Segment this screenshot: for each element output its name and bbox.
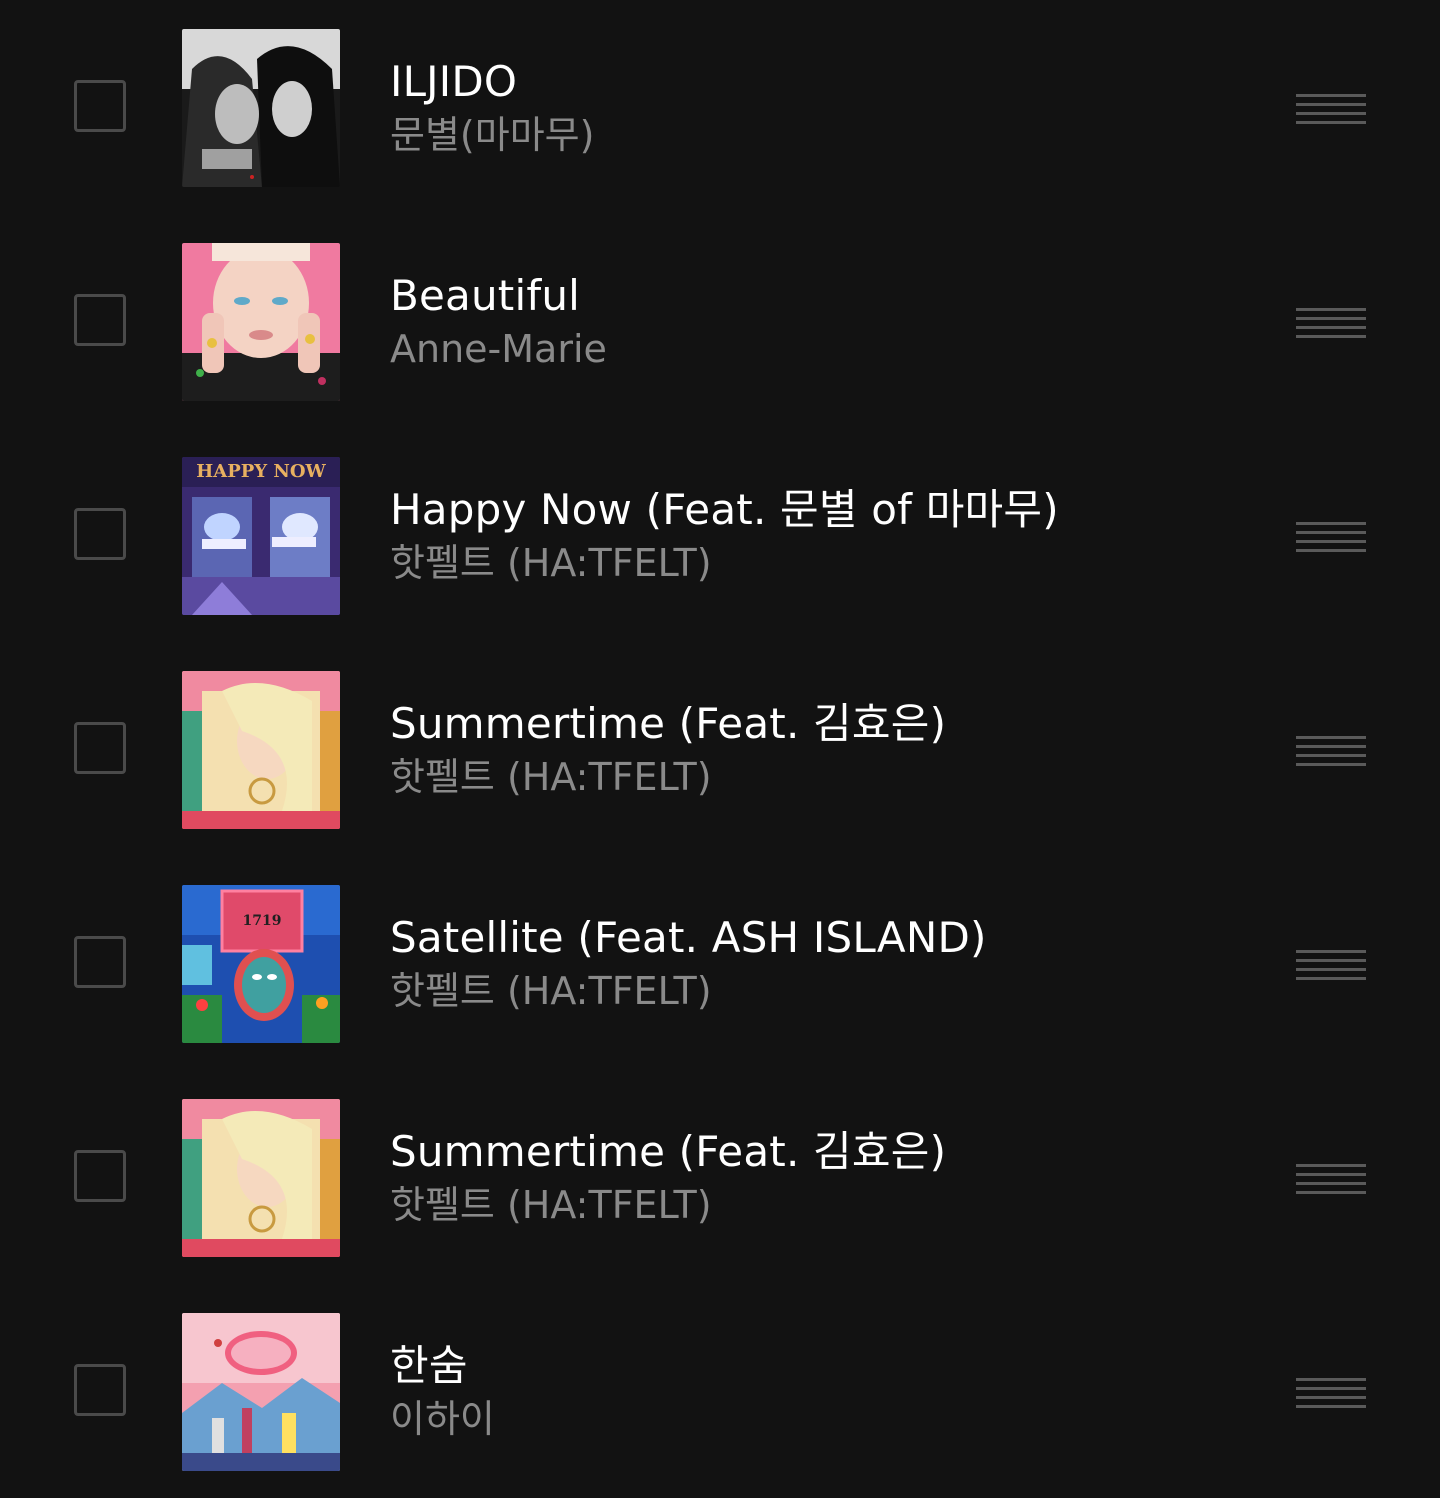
track-title[interactable]: Happy Now (Feat. 문별 of 마마무) xyxy=(390,482,1059,538)
track-artist[interactable]: 이하이 xyxy=(390,1394,495,1444)
track-title[interactable]: Satellite (Feat. ASH ISLAND) xyxy=(390,910,987,966)
album-cover-hansum xyxy=(182,1313,340,1471)
track-select-checkbox[interactable] xyxy=(74,294,126,346)
track-title[interactable]: Summertime (Feat. 김효은) xyxy=(390,696,946,752)
cover-text: 1719 xyxy=(243,913,282,929)
track-select-checkbox[interactable] xyxy=(74,722,126,774)
drag-handle-icon[interactable] xyxy=(1296,94,1366,124)
track-row[interactable]: 한숨 이하이 xyxy=(0,1284,1440,1498)
album-cover-summertime xyxy=(182,671,340,829)
track-select-checkbox[interactable] xyxy=(74,80,126,132)
cover-text: HAPPY NOW xyxy=(196,461,326,482)
drag-handle-icon[interactable] xyxy=(1296,950,1366,980)
track-row[interactable]: Summertime (Feat. 김효은) 핫펠트 (HA:TFELT) xyxy=(0,1070,1440,1284)
playlist: ILJIDO 문별(마마무) Beautiful Anne-Marie HAPP… xyxy=(0,0,1440,1496)
drag-handle-icon[interactable] xyxy=(1296,308,1366,338)
drag-handle-icon[interactable] xyxy=(1296,1164,1366,1194)
album-cover-beautiful xyxy=(182,243,340,401)
track-select-checkbox[interactable] xyxy=(74,936,126,988)
track-select-checkbox[interactable] xyxy=(74,1364,126,1416)
album-cover-happy-now: HAPPY NOW xyxy=(182,457,340,615)
drag-handle-icon[interactable] xyxy=(1296,522,1366,552)
track-title[interactable]: Beautiful xyxy=(390,268,580,324)
track-artist[interactable]: 핫펠트 (HA:TFELT) xyxy=(390,538,712,588)
track-title[interactable]: 한숨 xyxy=(390,1338,468,1394)
track-select-checkbox[interactable] xyxy=(74,508,126,560)
track-row[interactable]: ILJIDO 문별(마마무) xyxy=(0,0,1440,214)
track-artist[interactable]: Anne-Marie xyxy=(390,324,607,374)
track-row[interactable]: 1719 Satellite (Feat. ASH ISLAND) 핫펠트 (H… xyxy=(0,856,1440,1070)
track-artist[interactable]: 문별(마마무) xyxy=(390,110,594,160)
album-cover-satellite: 1719 xyxy=(182,885,340,1043)
track-select-checkbox[interactable] xyxy=(74,1150,126,1202)
track-row[interactable]: Summertime (Feat. 김효은) 핫펠트 (HA:TFELT) xyxy=(0,642,1440,856)
track-artist[interactable]: 핫펠트 (HA:TFELT) xyxy=(390,1180,712,1230)
track-artist[interactable]: 핫펠트 (HA:TFELT) xyxy=(390,966,712,1016)
track-title[interactable]: ILJIDO xyxy=(390,54,517,110)
drag-handle-icon[interactable] xyxy=(1296,1378,1366,1408)
track-title[interactable]: Summertime (Feat. 김효은) xyxy=(390,1124,946,1180)
album-cover-iljido xyxy=(182,29,340,187)
track-artist[interactable]: 핫펠트 (HA:TFELT) xyxy=(390,752,712,802)
drag-handle-icon[interactable] xyxy=(1296,736,1366,766)
album-cover-summertime xyxy=(182,1099,340,1257)
track-row[interactable]: HAPPY NOW Happy Now (Feat. 문별 of 마마무) 핫펠… xyxy=(0,428,1440,642)
track-row[interactable]: Beautiful Anne-Marie xyxy=(0,214,1440,428)
